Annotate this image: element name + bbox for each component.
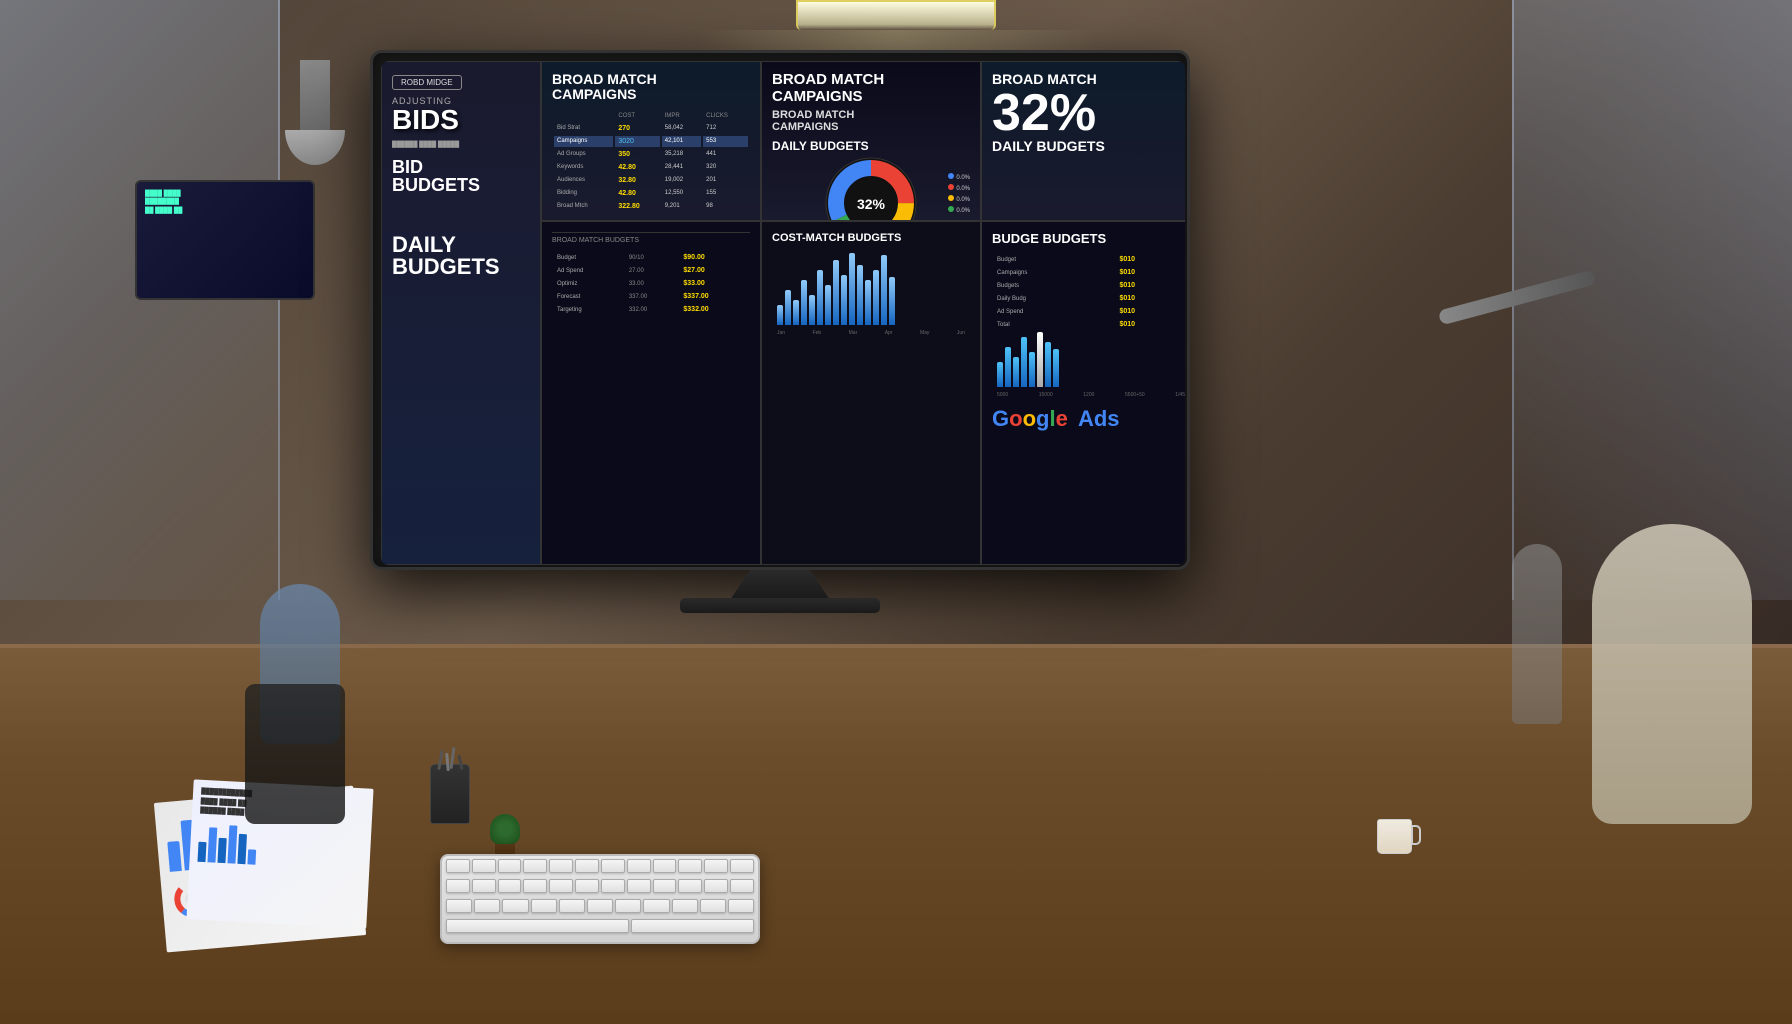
table-row: Budget $010 <box>994 254 1185 265</box>
table-row: Total $010 <box>994 319 1185 330</box>
svg-text:32%: 32% <box>857 196 886 212</box>
label-campaigns-3a: CAMPAIGNS <box>772 89 970 106</box>
pen-holder <box>430 764 470 824</box>
label-daily: DAILY <box>392 234 530 256</box>
donut-chart: 32% 0.0% 0.0% 0.0% <box>772 153 970 221</box>
table-row: Bid Strat 270 58,042 712 <box>554 123 748 134</box>
panel-budge-budgets: BUDGE BUDGETS Budget $010 Campaigns $010 <box>981 221 1185 565</box>
coffee-mug <box>1377 819 1412 854</box>
donut-svg: 32% <box>811 143 931 221</box>
budge-table: Budget $010 Campaigns $010 Budgets $010 <box>992 252 1185 332</box>
table-row: Forecast 337.00 $337.00 <box>554 291 748 302</box>
label-cost-match: COST-MATCH BUDGETS <box>772 232 970 244</box>
badge-robd-midge: ROBD MIDGE <box>392 75 462 90</box>
label-budge-budgets: BUDGE BUDGETS <box>992 232 1185 246</box>
window-right <box>1512 0 1792 600</box>
keyboard[interactable] <box>440 854 760 944</box>
panel-broad-match-right: BROAD MATCH 32% DAILY BUDGETS <box>981 61 1185 221</box>
foreground-person-arm <box>1592 524 1752 824</box>
panel-broad-match-top: BROAD MATCH CAMPAIGNS COST IMPR CLICKS <box>541 61 761 221</box>
chair-back <box>245 684 345 824</box>
table-row: Keywords 42.80 28,441 320 <box>554 162 748 173</box>
label-broad-match-3b: BROAD MATCH <box>772 109 970 121</box>
table-row: Broad Mtch 322.80 9,201 98 <box>554 201 748 212</box>
label-campaigns-3b: CAMPAIGNS <box>772 121 970 133</box>
table-row: Budget 90/10 $90.00 <box>554 252 748 263</box>
table-row[interactable]: Campaigns 3020 42,101 553 <box>554 136 748 147</box>
table-row: Budgets $010 <box>994 280 1185 291</box>
table-row: Optimiz 33.00 $33.00 <box>554 278 748 289</box>
table-row: Ad Groups 350 35,218 441 <box>554 149 748 160</box>
table-row: Bidding 42.80 12,550 155 <box>554 188 748 199</box>
table-row: Targeting 332.00 $332.00 <box>554 304 748 315</box>
label-budgets-2: BUDGETS <box>392 256 530 278</box>
table-row: Campaigns $010 <box>994 267 1185 278</box>
ceiling-light <box>796 0 996 30</box>
panel-budget-table: BROAD MATCH BUDGETS Budget 90/10 $90.00 … <box>541 221 761 565</box>
legend-item-green: 0.0% <box>948 206 970 217</box>
monitor-screen: ROBD MIDGE ADJUSTING BIDS ██████ ████ ██… <box>381 61 1185 565</box>
legend-item-yellow: 0.0% <box>948 195 970 206</box>
panel-cost-match: COST-MATCH BUDGETS <box>761 221 981 565</box>
google-ads-logo: Google Ads <box>992 406 1185 432</box>
legend-item-blue: 0.0% <box>948 173 970 184</box>
window-left <box>0 0 280 600</box>
background-scene: ████ ██████████████ ████ ██ <box>0 0 1792 1024</box>
label-bid: BID <box>392 158 530 176</box>
overhead-lamp <box>300 60 330 140</box>
lamp-shade <box>285 130 345 165</box>
budget-table: Budget 90/10 $90.00 Ad Spend 27.00 $27.0… <box>552 250 750 317</box>
label-percent-32: 32% <box>992 87 1185 139</box>
label-broad-match-2: BROAD MATCH <box>552 72 750 87</box>
legend-item-red: 0.0% <box>948 184 970 195</box>
background-monitor: ████ ██████████████ ████ ██ <box>135 180 315 300</box>
label-bids: BIDS <box>392 106 530 134</box>
campaigns-table: COST IMPR CLICKS Bid Strat 270 58,042 71… <box>552 109 750 214</box>
monitor-base <box>680 598 880 613</box>
bar-chart <box>772 250 970 330</box>
table-row: Audiences 32.80 19,002 201 <box>554 175 748 186</box>
label-daily-budgets-4: DAILY BUDGETS <box>992 139 1185 154</box>
background-person-standing <box>1512 544 1562 724</box>
label-campaigns-2: CAMPAIGNS <box>552 87 750 102</box>
table-row: Ad Spend $010 <box>994 306 1185 317</box>
label-broad-match-3a: BROAD MATCH <box>772 72 970 89</box>
monitor-frame: ROBD MIDGE ADJUSTING BIDS ██████ ████ ██… <box>370 50 1190 570</box>
table-row: Ad Spend 27.00 $27.00 <box>554 265 748 276</box>
bar-chart-right <box>992 332 1185 392</box>
table-row: Daily Budg $010 <box>994 293 1185 304</box>
monitor-area: ROBD MIDGE ADJUSTING BIDS ██████ ████ ██… <box>370 50 1190 610</box>
panel-broad-match-left: BROAD MATCH CAMPAIGNS BROAD MATCH CAMPAI… <box>761 61 981 221</box>
monitor-stand <box>730 570 830 600</box>
panel-bids: ROBD MIDGE ADJUSTING BIDS ██████ ████ ██… <box>381 61 541 565</box>
label-budgets-1: BUDGETS <box>392 176 530 194</box>
